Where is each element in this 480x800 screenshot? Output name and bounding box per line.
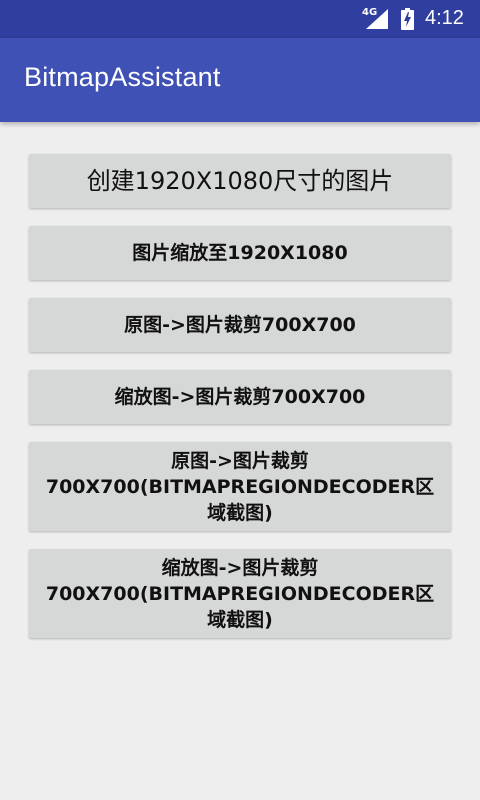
create-image-button[interactable]: 创建1920X1080尺寸的图片 [29, 154, 451, 208]
crop-scaled-button[interactable]: 缩放图->图片裁剪700X700 [29, 370, 451, 424]
status-bar: 4G 4:12 [0, 0, 480, 38]
region-decode-original-button[interactable]: 原图->图片裁剪700X700(BITMAPREGIONDECODER区域截图) [29, 442, 451, 531]
signal-strength-icon [366, 9, 388, 33]
crop-original-button[interactable]: 原图->图片裁剪700X700 [29, 298, 451, 352]
clock: 4:12 [425, 7, 464, 29]
region-decode-scaled-button[interactable]: 缩放图->图片裁剪700X700(BITMAPREGIONDECODER区域截图… [29, 549, 451, 638]
scale-image-button[interactable]: 图片缩放至1920X1080 [29, 226, 451, 280]
app-bar: BitmapAssistant [0, 38, 480, 122]
battery-charging-icon [401, 8, 414, 34]
app-title: BitmapAssistant [24, 62, 221, 92]
main-content: 创建1920X1080尺寸的图片 图片缩放至1920X1080 原图->图片裁剪… [0, 122, 480, 800]
